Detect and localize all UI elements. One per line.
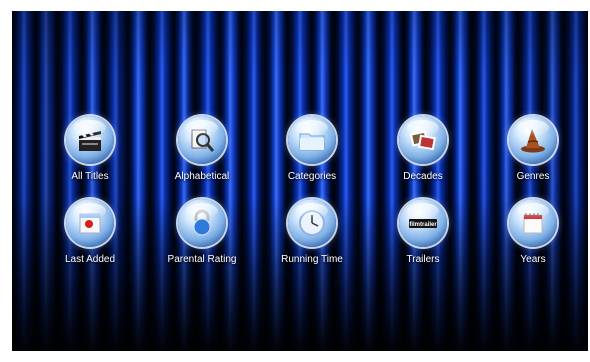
menu-item-label: Parental Rating — [167, 254, 237, 265]
folder-icon — [288, 116, 336, 164]
menu-item-all-titles[interactable]: All Titles — [35, 116, 145, 186]
menu-item-label: Years — [520, 254, 546, 265]
menu-item-label: Running Time — [281, 254, 343, 265]
menu-item-years[interactable]: Years — [478, 199, 588, 269]
menu-item-label: Decades — [403, 171, 443, 182]
menu-item-last-added[interactable]: Last Added — [35, 199, 145, 269]
menu-item-genres[interactable]: Genres — [478, 116, 588, 186]
menu-item-label: Last Added — [64, 254, 116, 265]
menu-item-alphabetical[interactable]: Alphabetical — [147, 116, 257, 186]
filmtrailer-logo-text: filmtrailer — [409, 222, 437, 228]
menu-item-label: Genres — [516, 171, 550, 182]
menu-item-label: All Titles — [71, 171, 109, 182]
padlock-icon — [178, 199, 226, 247]
photos-icon — [399, 116, 447, 164]
media-screen: All Titles Alphabetical Categories Decad… — [12, 11, 588, 351]
clock-icon — [288, 199, 336, 247]
menu-item-label: Categories — [287, 171, 337, 182]
wizard-hat-icon — [509, 116, 557, 164]
calendar-new-icon — [66, 199, 114, 247]
menu-item-decades[interactable]: Decades — [368, 116, 478, 186]
menu-item-trailers[interactable]: filmtrailer Trailers — [368, 199, 478, 269]
magnifier-icon — [178, 116, 226, 164]
clapperboard-icon — [66, 116, 114, 164]
menu-item-categories[interactable]: Categories — [257, 116, 367, 186]
menu-item-parental-rating[interactable]: Parental Rating — [147, 199, 257, 269]
menu-item-label: Trailers — [406, 254, 440, 265]
menu-item-label: Alphabetical — [174, 171, 230, 182]
menu-item-running-time[interactable]: Running Time — [257, 199, 367, 269]
movie-menu-grid: All Titles Alphabetical Categories Decad… — [12, 11, 588, 351]
calendar-icon — [509, 199, 557, 247]
filmtrailer-icon: filmtrailer — [399, 199, 447, 247]
